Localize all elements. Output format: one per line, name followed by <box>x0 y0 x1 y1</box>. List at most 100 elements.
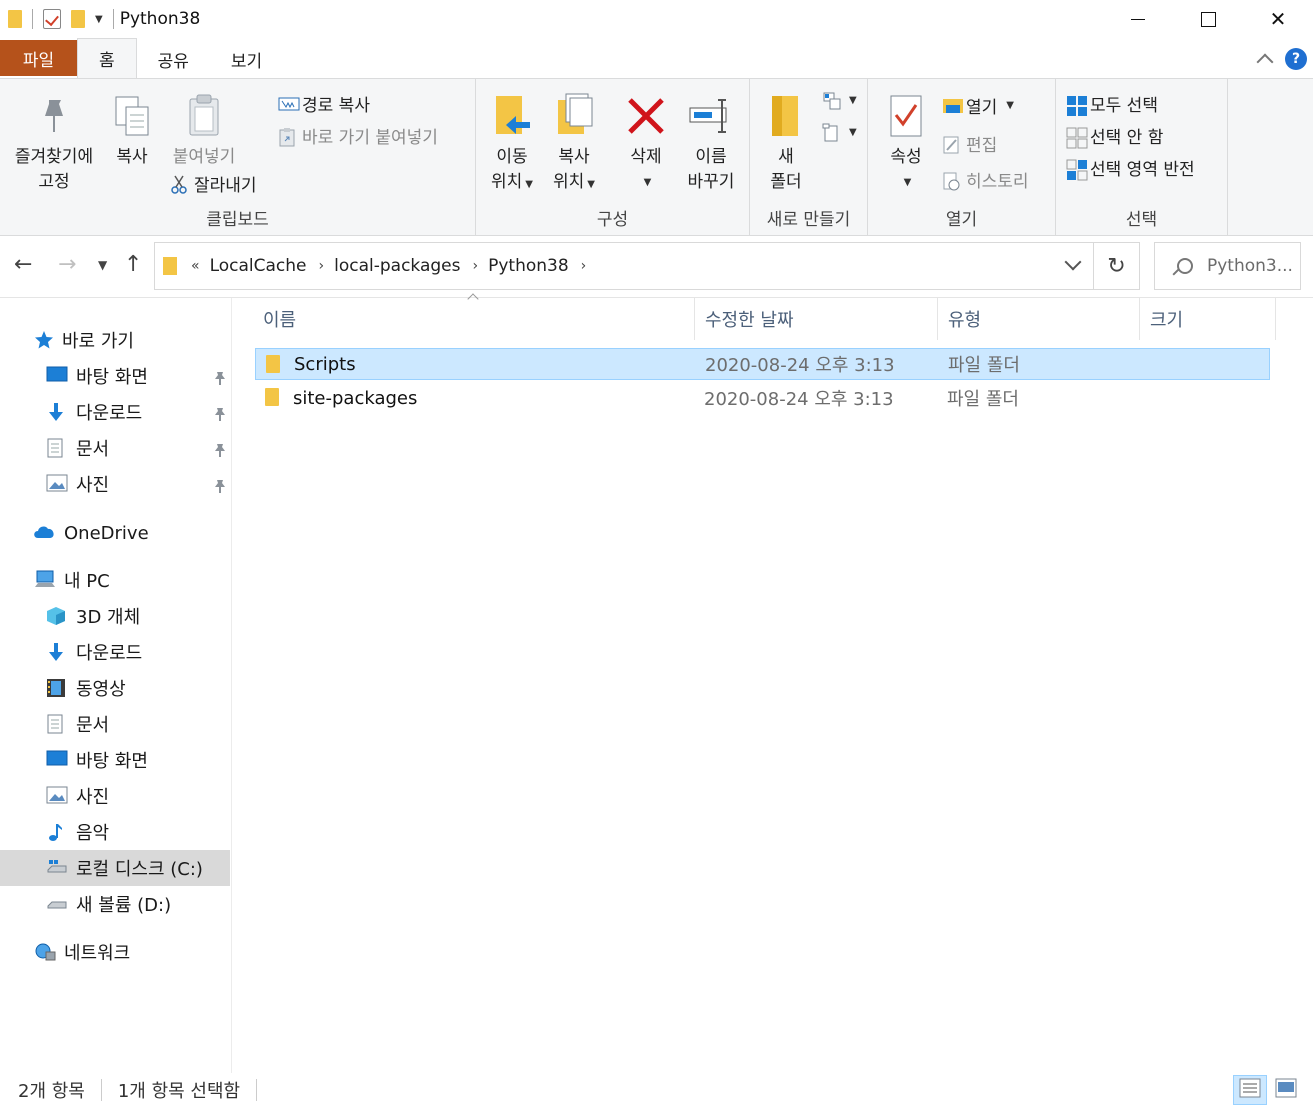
nav-qa-pictures[interactable]: 사진 <box>46 466 232 502</box>
copy-path-label: 경로 복사 <box>302 96 370 116</box>
column-header-date[interactable]: 수정한 날짜 <box>695 298 938 340</box>
open-button[interactable]: 열기 ▼ <box>942 93 1014 118</box>
divider <box>256 1079 258 1101</box>
nav-documents[interactable]: 문서 <box>46 706 109 742</box>
paste-button[interactable]: 붙여넣기 <box>164 87 244 170</box>
new-folder-label-line2: 폴더 <box>770 172 802 192</box>
rename-icon <box>688 87 734 145</box>
tab-view[interactable]: 보기 <box>210 40 283 78</box>
item-count: 2개 항목 <box>18 1081 85 1102</box>
edit-icon <box>942 135 960 153</box>
file-row[interactable]: site-packages 2020-08-24 오후 3:13 파일 폴더 <box>255 382 1270 414</box>
new-item-button[interactable]: ▼ <box>822 91 857 110</box>
refresh-button[interactable]: ↻ <box>1093 243 1139 289</box>
copy-to-label-text: 위치 <box>553 172 585 192</box>
nav-qa-desktop[interactable]: 바탕 화면 <box>46 358 232 394</box>
nav-network[interactable]: 네트워크 <box>34 934 130 970</box>
nav-pictures[interactable]: 사진 <box>46 778 109 814</box>
copy-to-button[interactable]: 복사 위치 ▼ <box>548 87 600 197</box>
nav-this-pc[interactable]: 내 PC <box>34 562 110 598</box>
tab-file[interactable]: 파일 <box>0 40 77 76</box>
details-view-button[interactable] <box>1233 1075 1267 1105</box>
delete-button[interactable]: 삭제 ▼ <box>620 87 672 195</box>
pin-icon[interactable] <box>214 405 226 421</box>
minimize-ribbon-icon[interactable] <box>1256 53 1274 71</box>
easy-access-button[interactable]: ▼ <box>822 123 857 142</box>
nav-downloads[interactable]: 다운로드 <box>46 634 142 670</box>
nav-desktop[interactable]: 바탕 화면 <box>46 742 148 778</box>
history-button[interactable]: 히스토리 <box>942 167 1029 192</box>
chevron-right-icon[interactable]: › <box>319 258 325 274</box>
copy-button[interactable]: 복사 <box>108 87 156 170</box>
nav-label: OneDrive <box>64 522 149 544</box>
chevron-right-icon[interactable]: › <box>581 258 587 274</box>
pin-icon[interactable] <box>214 477 226 493</box>
nav-volume-d[interactable]: 새 볼륨 (D:) <box>46 886 171 922</box>
address-bar[interactable]: « LocalCache › local-packages › Python38… <box>154 242 1140 290</box>
pin-icon[interactable] <box>214 441 226 457</box>
view-switcher <box>1233 1075 1303 1105</box>
nav-quick-access[interactable]: 바로 가기 <box>34 322 134 358</box>
invert-selection-icon <box>1066 159 1088 180</box>
search-placeholder: Python3... <box>1207 256 1293 276</box>
copy-path-button[interactable]: 경로 복사 <box>278 91 370 116</box>
select-none-button[interactable]: 선택 안 함 <box>1066 123 1163 148</box>
forward-arrow-icon[interactable]: → <box>58 252 76 277</box>
folder-icon[interactable] <box>8 10 22 28</box>
nav-music[interactable]: 음악 <box>46 814 109 850</box>
breadcrumb-overflow[interactable]: « <box>191 258 200 274</box>
select-all-button[interactable]: 모두 선택 <box>1066 91 1158 116</box>
address-dropdown-icon[interactable] <box>1064 253 1082 271</box>
properties-button[interactable]: 속성 ▼ <box>880 87 932 195</box>
column-header-size[interactable]: 크기 <box>1140 298 1276 340</box>
help-icon[interactable]: ? <box>1285 48 1307 70</box>
edit-button[interactable]: 편집 <box>942 131 997 156</box>
download-arrow-icon <box>46 402 68 422</box>
breadcrumb-local-packages[interactable]: local-packages <box>334 256 460 276</box>
properties-icon[interactable] <box>43 9 61 29</box>
search-box[interactable]: Python3... <box>1154 242 1301 290</box>
customize-toolbar-dropdown[interactable]: ▼ <box>95 14 103 25</box>
nav-label: 바탕 화면 <box>76 367 148 388</box>
maximize-button[interactable] <box>1173 0 1243 38</box>
paste-shortcut-button[interactable]: 바로 가기 붙여넣기 <box>278 123 438 148</box>
nav-videos[interactable]: 동영상 <box>46 670 126 706</box>
column-header-type[interactable]: 유형 <box>938 298 1140 340</box>
cut-button[interactable]: 잘라내기 <box>170 171 257 196</box>
file-row[interactable]: Scripts 2020-08-24 오후 3:13 파일 폴더 <box>255 348 1270 380</box>
new-folder-label-line1: 새 <box>778 147 794 167</box>
move-to-button[interactable]: 이동 위치 ▼ <box>486 87 538 197</box>
divider <box>112 9 114 29</box>
chevron-down-icon: ▼ <box>1006 100 1014 111</box>
breadcrumb-python38[interactable]: Python38 <box>488 256 569 276</box>
pin-to-quick-access-button[interactable]: 즐겨찾기에 고정 <box>6 87 102 195</box>
nav-label: 바로 가기 <box>62 331 134 352</box>
close-button[interactable]: ✕ <box>1243 0 1313 38</box>
chevron-down-icon: ▼ <box>587 179 595 190</box>
chevron-right-icon[interactable]: › <box>473 258 479 274</box>
nav-qa-downloads[interactable]: 다운로드 <box>46 394 232 430</box>
new-folder-icon[interactable] <box>71 10 85 28</box>
rename-button[interactable]: 이름 바꾸기 <box>680 87 742 195</box>
tab-share[interactable]: 공유 <box>137 40 210 78</box>
pin-icon <box>37 87 71 145</box>
delete-icon <box>626 87 666 145</box>
paste-icon <box>186 87 222 145</box>
minimize-button[interactable] <box>1103 0 1173 38</box>
pin-icon[interactable] <box>214 369 226 385</box>
chevron-down-icon: ▼ <box>643 177 652 188</box>
recent-locations-chevron-icon[interactable]: ▼ <box>98 258 107 272</box>
up-arrow-icon[interactable]: ↑ <box>124 252 142 277</box>
invert-selection-button[interactable]: 선택 영역 반전 <box>1066 155 1195 180</box>
large-icons-view-button[interactable] <box>1269 1075 1303 1105</box>
new-folder-button[interactable]: 새 폴더 <box>760 87 812 195</box>
column-header-name[interactable]: 이름 <box>253 298 695 340</box>
tab-home[interactable]: 홈 <box>77 38 137 78</box>
nav-local-disk-c[interactable]: 로컬 디스크 (C:) <box>0 850 230 886</box>
nav-onedrive[interactable]: OneDrive <box>32 515 149 551</box>
nav-qa-documents[interactable]: 문서 <box>46 430 232 466</box>
nav-3d-objects[interactable]: 3D 개체 <box>46 598 140 634</box>
navigation-bar: ← → ▼ ↑ « LocalCache › local-packages › … <box>0 236 1313 298</box>
breadcrumb-localcache[interactable]: LocalCache <box>210 256 307 276</box>
back-arrow-icon[interactable]: ← <box>14 252 32 277</box>
